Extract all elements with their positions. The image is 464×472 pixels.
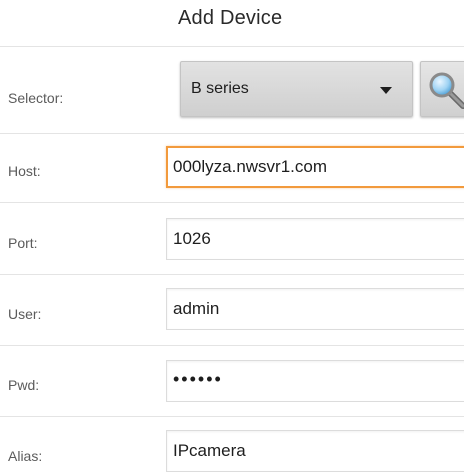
host-field[interactable]: 000lyza.nwsvr1.com: [166, 146, 464, 188]
add-device-screen: Add Device Selector: B series Host: 000l…: [0, 0, 464, 472]
alias-label: Alias:: [8, 448, 43, 464]
port-label: Port:: [8, 235, 38, 251]
divider: [0, 345, 464, 346]
port-field-value: 1026: [173, 229, 211, 248]
password-field-value: ••••••: [173, 369, 223, 389]
alias-field-value: IPcamera: [173, 441, 246, 460]
search-icon: [429, 72, 464, 109]
page-title: Add Device: [178, 7, 283, 29]
selector-label: Selector:: [8, 90, 64, 106]
divider: [0, 202, 464, 203]
series-dropdown-value: B series: [191, 80, 249, 97]
user-field-value: admin: [173, 299, 220, 318]
host-field-value: 000lyza.nwsvr1.com: [173, 157, 328, 176]
pwd-label: Pwd:: [8, 377, 40, 393]
user-field[interactable]: admin: [166, 288, 464, 330]
alias-field[interactable]: IPcamera: [166, 430, 464, 472]
chevron-down-icon: [380, 87, 392, 94]
host-label: Host:: [8, 163, 41, 179]
search-button[interactable]: [420, 61, 464, 117]
divider: [0, 133, 464, 134]
divider: [0, 274, 464, 275]
divider: [0, 416, 464, 417]
series-dropdown[interactable]: B series: [180, 61, 413, 117]
divider: [0, 46, 464, 47]
port-field[interactable]: 1026: [166, 218, 464, 260]
user-label: User:: [8, 306, 42, 322]
password-field[interactable]: ••••••: [166, 360, 464, 402]
